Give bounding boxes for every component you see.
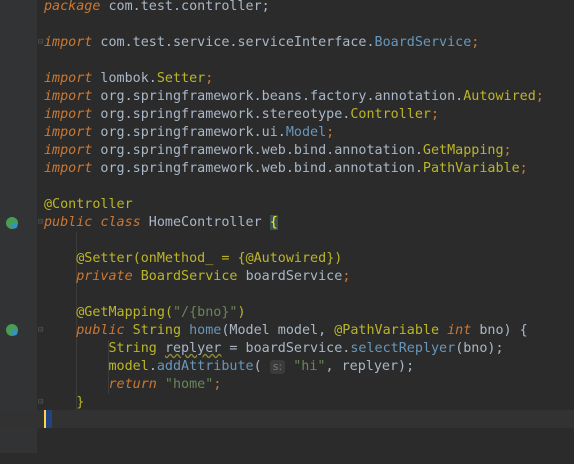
import-class: GetMapping [422, 143, 504, 158]
int-keyword: int [447, 323, 472, 338]
class-name: HomeController [140, 215, 270, 230]
import-path: org.springframework.ui. [92, 125, 286, 140]
call-args: , replyer); [325, 359, 415, 374]
open-brace: { [269, 215, 278, 230]
import-keyword: import [44, 143, 93, 158]
field-type: BoardService [132, 269, 246, 284]
import-path: lombok. [92, 71, 157, 86]
code-line-return: return "home"; [0, 376, 574, 394]
setter-annotation: @Setter [76, 251, 133, 266]
package-name: com.test.controller; [100, 0, 270, 14]
var-name: replyer [164, 341, 222, 356]
onmethod-arg: onMethod_ [140, 251, 214, 266]
return-keyword: return [108, 377, 157, 392]
import-class: Model [285, 125, 327, 140]
code-line-field: private BoardService boardService; [0, 268, 574, 286]
code-line-current[interactable] [0, 410, 574, 428]
controller-annotation: @Controller [44, 197, 133, 212]
pathvariable-annotation: @PathVariable [334, 323, 440, 338]
code-line-import: import lombok.Setter; [0, 70, 574, 88]
var-type: String [108, 341, 165, 356]
import-path: org.springframework.beans.factory.annota… [92, 89, 464, 104]
class-keyword: class [100, 215, 141, 230]
import-keyword: import [44, 71, 93, 86]
semicolon: ; [205, 71, 214, 86]
method-call: selectReplyer [350, 341, 456, 356]
code-line-import: import org.springframework.web.bind.anno… [0, 142, 574, 160]
code-line-method-declaration: public String home(Model model, @PathVar… [0, 322, 574, 340]
private-keyword: private [76, 269, 133, 284]
autowired-annotation: @Autowired [245, 251, 327, 266]
params-rest: bno) { [471, 323, 528, 338]
code-line-class-declaration: public class HomeController { [0, 214, 574, 232]
package-keyword: package [44, 0, 101, 14]
import-path: org.springframework.stereotype. [92, 107, 351, 122]
import-class: Setter [156, 71, 206, 86]
public-keyword: public [76, 323, 125, 338]
semicolon: ; [471, 35, 480, 50]
import-path: com.test.service.serviceInterface. [92, 35, 375, 50]
code-line-setter: @Setter(onMethod_ = {@Autowired}) [0, 250, 574, 268]
public-keyword: public [44, 215, 93, 230]
paren: ) [237, 305, 246, 320]
close-brace: } [76, 395, 85, 410]
getmapping-annotation: @GetMapping [76, 305, 165, 320]
string-literal: "hi" [285, 359, 326, 374]
dot: . [148, 359, 157, 374]
import-path: org.springframework.web.bind.annotation. [92, 161, 423, 176]
method-name: home [189, 323, 222, 338]
mapping-path: "/{bno}" [173, 305, 238, 320]
import-class: PathVariable [422, 161, 520, 176]
import-class: BoardService [374, 35, 472, 50]
semicolon: ; [213, 377, 222, 392]
import-path: org.springframework.web.bind.annotation. [92, 143, 423, 158]
params: (Model model, [221, 323, 335, 338]
field-name: boardService [245, 269, 343, 284]
import-keyword: import [44, 89, 93, 104]
method-call: addAttribute [156, 359, 254, 374]
semicolon: ; [326, 125, 335, 140]
import-keyword: import [44, 107, 93, 122]
code-line-class-annotation: @Controller [0, 196, 574, 214]
code-line-body: model.addAttribute( s: "hi", replyer); [0, 358, 574, 376]
import-keyword: import [44, 161, 93, 176]
code-line-body: String replyer = boardService.selectRepl… [0, 340, 574, 358]
semicolon: ; [342, 269, 351, 284]
code-line-import: import org.springframework.beans.factory… [0, 88, 574, 106]
paren: ( [253, 359, 270, 374]
import-keyword: import [44, 35, 93, 50]
import-class: Autowired [463, 89, 536, 104]
semicolon: ; [503, 143, 512, 158]
semicolon: ; [535, 89, 544, 104]
model-var: model [108, 359, 149, 374]
call-args: (bno); [455, 341, 504, 356]
import-class: Controller [350, 107, 431, 122]
code-line-import: import com.test.service.serviceInterface… [0, 34, 574, 52]
code-line-import: import org.springframework.stereotype.Co… [0, 106, 574, 124]
code-line-import: import org.springframework.web.bind.anno… [0, 160, 574, 178]
paren: ( [132, 251, 141, 266]
text-caret [44, 410, 52, 428]
equals: = { [213, 251, 246, 266]
paren: ( [164, 305, 173, 320]
semicolon: ; [519, 161, 528, 176]
assign: = boardService. [221, 341, 351, 356]
code-line-getmapping: @GetMapping("/{bno}") [0, 304, 574, 322]
code-line-import: import org.springframework.ui.Model; [0, 124, 574, 142]
return-type: String [124, 323, 190, 338]
string-literal: "home" [156, 377, 214, 392]
close: }) [326, 251, 343, 266]
semicolon: ; [430, 107, 440, 122]
import-keyword: import [44, 125, 93, 140]
code-line-package: package com.test.controller; [0, 0, 574, 16]
parameter-hint: s: [269, 360, 286, 374]
